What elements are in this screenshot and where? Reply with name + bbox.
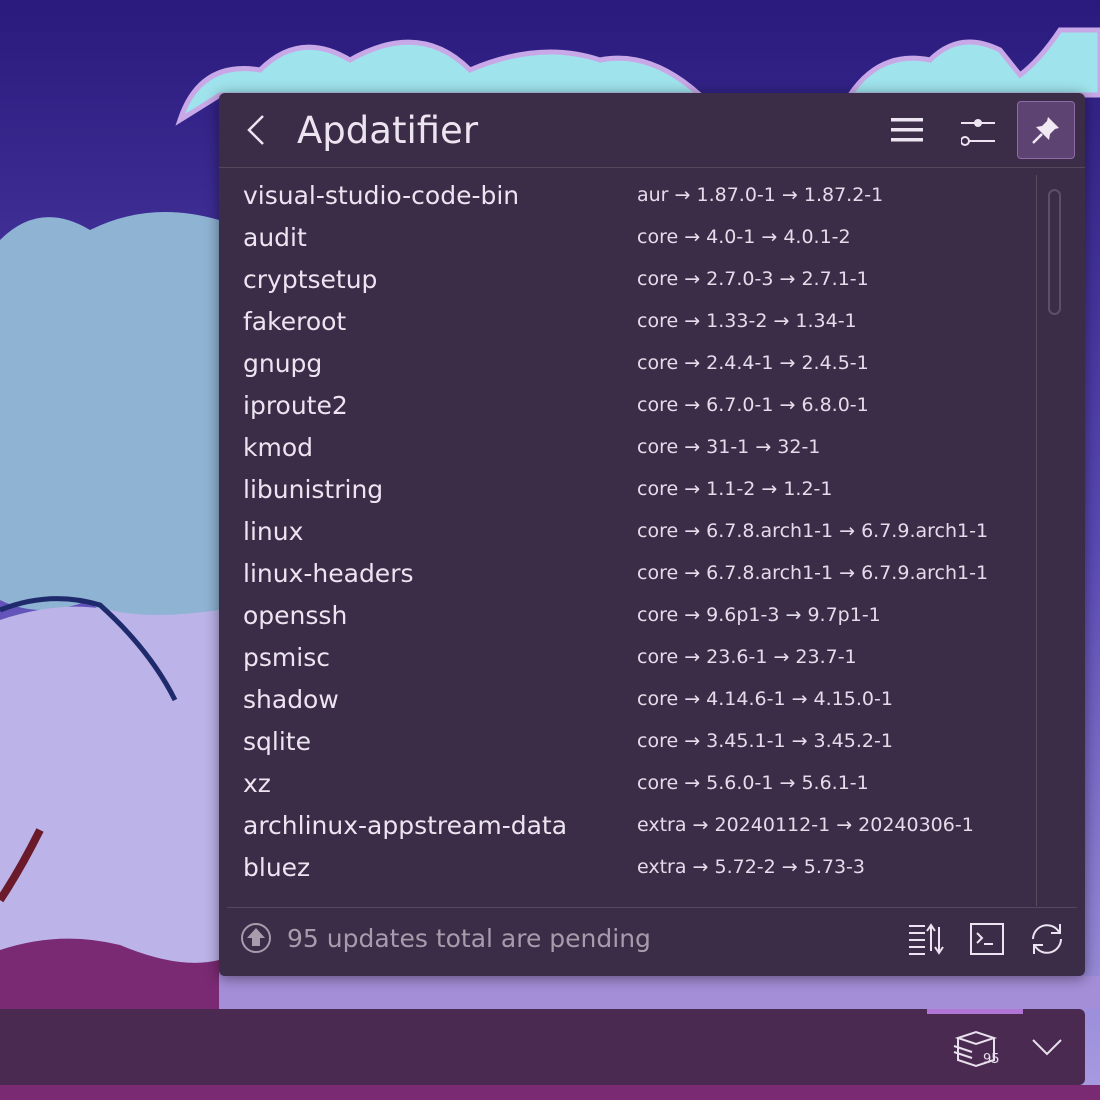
popup-title: Apdatifier (297, 109, 479, 152)
package-row[interactable]: kmod core → 31-1 → 32-1 (227, 427, 1035, 469)
update-list: visual-studio-code-bin aur → 1.87.0-1 → 1… (227, 175, 1035, 906)
pin-icon (1032, 117, 1059, 144)
refresh-icon (1032, 924, 1062, 954)
package-version: core → 31-1 → 32-1 (637, 436, 821, 458)
package-name: kmod (243, 433, 313, 462)
package-row[interactable]: libunistring core → 1.1-2 → 1.2-1 (227, 469, 1035, 511)
package-row[interactable]: iproute2 core → 6.7.0-1 → 6.8.0-1 (227, 385, 1035, 427)
package-name: openssh (243, 601, 348, 630)
package-version: core → 4.14.6-1 → 4.15.0-1 (637, 688, 893, 710)
status-text: 95 updates total are pending (287, 924, 651, 953)
package-name: audit (243, 223, 307, 252)
package-row[interactable]: psmisc core → 23.6-1 → 23.7-1 (227, 637, 1035, 679)
package-name: xz (243, 769, 271, 798)
pin-button[interactable] (1017, 101, 1075, 159)
package-version: extra → 20240112-1 → 20240306-1 (637, 814, 974, 836)
package-version: core → 2.7.0-3 → 2.7.1-1 (637, 268, 869, 290)
package-row[interactable]: linux-headers core → 6.7.8.arch1-1 → 6.7.… (227, 553, 1035, 595)
package-version: core → 2.4.4-1 → 2.4.5-1 (637, 352, 869, 374)
terminal-icon (970, 923, 1004, 955)
popup-header: Apdatifier (219, 93, 1085, 168)
package-row[interactable]: gnupg core → 2.4.4-1 → 2.4.5-1 (227, 343, 1035, 385)
package-version: core → 5.6.0-1 → 5.6.1-1 (637, 772, 869, 794)
package-version: core → 9.6p1-3 → 9.7p1-1 (637, 604, 881, 626)
sliders-icon (961, 119, 995, 146)
package-name: bluez (243, 853, 311, 882)
settings-button[interactable] (947, 101, 1005, 159)
package-version: core → 23.6-1 → 23.7-1 (637, 646, 857, 668)
package-row[interactable]: shadow core → 4.14.6-1 → 4.15.0-1 (227, 679, 1035, 721)
package-row[interactable]: xz core → 5.6.0-1 → 5.6.1-1 (227, 763, 1035, 805)
package-name: linux (243, 517, 304, 546)
hamburger-icon (891, 118, 923, 142)
package-name: iproute2 (243, 391, 348, 420)
package-version: core → 6.7.8.arch1-1 → 6.7.9.arch1-1 (637, 562, 989, 584)
sort-button[interactable] (907, 919, 947, 959)
package-row[interactable]: bluez extra → 5.72-2 → 5.73-3 (227, 847, 1035, 889)
package-version: extra → 5.72-2 → 5.73-3 (637, 856, 865, 878)
package-row[interactable]: openssh core → 9.6p1-3 → 9.7p1-1 (227, 595, 1035, 637)
active-indicator (927, 1009, 1023, 1014)
apdatifier-popup: Apdatifier visual-studio-code-bin aur → 1 (219, 93, 1085, 976)
chevron-down-icon[interactable] (1030, 1030, 1064, 1064)
package-name: fakeroot (243, 307, 347, 336)
package-version: core → 3.45.1-1 → 3.45.2-1 (637, 730, 893, 752)
package-version: core → 1.33-2 → 1.34-1 (637, 310, 857, 332)
package-name: linux-headers (243, 559, 414, 588)
package-name: gnupg (243, 349, 323, 378)
taskbar-panel (0, 1009, 1085, 1085)
package-row[interactable]: fakeroot core → 1.33-2 → 1.34-1 (227, 301, 1035, 343)
package-name: cryptsetup (243, 265, 378, 294)
package-row[interactable]: visual-studio-code-bin aur → 1.87.0-1 → 1… (227, 175, 1035, 217)
tray-badge: 95 (983, 1052, 1000, 1067)
package-row[interactable]: archlinux-appstream-data extra → 20240112… (227, 805, 1035, 847)
package-row[interactable]: sqlite core → 3.45.1-1 → 3.45.2-1 (227, 721, 1035, 763)
package-version: core → 6.7.0-1 → 6.8.0-1 (637, 394, 869, 416)
package-version: core → 1.1-2 → 1.2-1 (637, 478, 833, 500)
package-name: archlinux-appstream-data (243, 811, 568, 840)
refresh-button[interactable] (1027, 919, 1067, 959)
package-name: visual-studio-code-bin (243, 181, 520, 210)
back-icon (247, 115, 264, 145)
package-row[interactable]: cryptsetup core → 2.7.0-3 → 2.7.1-1 (227, 259, 1035, 301)
footer-divider (227, 907, 1077, 908)
package-name: shadow (243, 685, 339, 714)
scrollbar-track[interactable] (1036, 175, 1037, 906)
package-version: core → 6.7.8.arch1-1 → 6.7.9.arch1-1 (637, 520, 989, 542)
back-button[interactable] (241, 113, 275, 147)
package-row[interactable]: linux core → 6.7.8.arch1-1 → 6.7.9.arch1-… (227, 511, 1035, 553)
menu-button[interactable] (877, 101, 935, 159)
sort-icon (909, 923, 944, 955)
scrollbar-thumb[interactable] (1048, 189, 1061, 315)
upload-circle-icon (241, 923, 271, 953)
package-name: sqlite (243, 727, 311, 756)
package-name: libunistring (243, 475, 384, 504)
terminal-button[interactable] (967, 919, 1007, 959)
package-version: core → 4.0-1 → 4.0.1-2 (637, 226, 851, 248)
package-row[interactable]: audit core → 4.0-1 → 4.0.1-2 (227, 217, 1035, 259)
package-name: psmisc (243, 643, 330, 672)
package-version: aur → 1.87.0-1 → 1.87.2-1 (637, 184, 884, 206)
